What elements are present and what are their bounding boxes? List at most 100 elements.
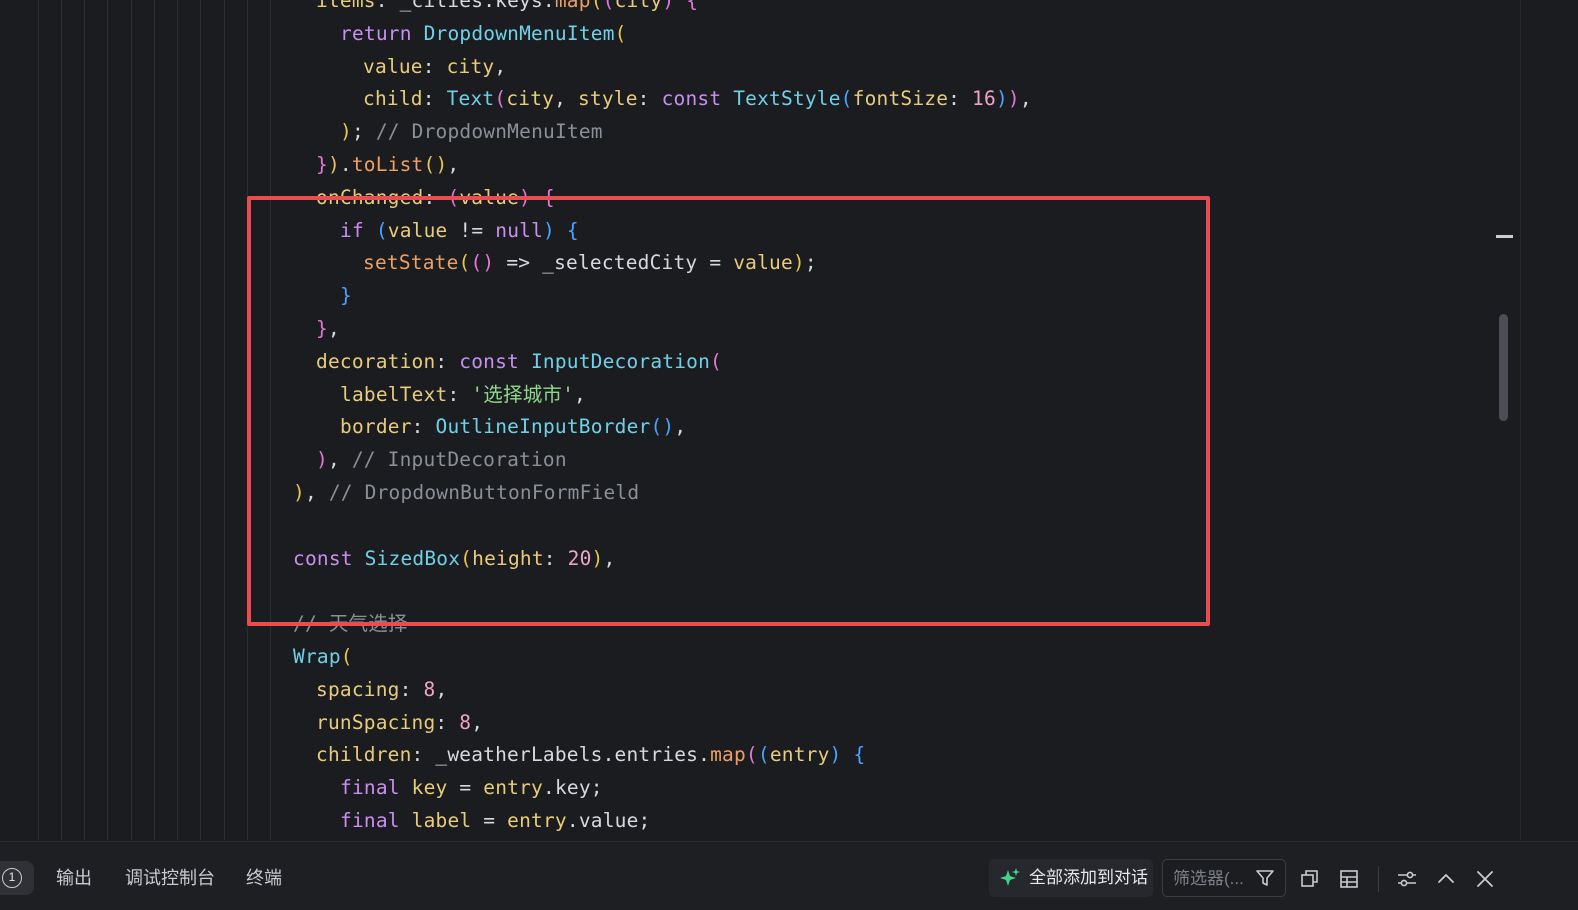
- code-token: entry: [507, 809, 567, 832]
- filter-field[interactable]: [1162, 859, 1286, 897]
- add-all-to-chat-button[interactable]: 全部添加到对话: [989, 859, 1153, 897]
- problems-count: 1: [2, 868, 22, 888]
- code-token: :: [422, 54, 447, 78]
- indent-guide: [200, 0, 201, 840]
- code-token: :: [399, 677, 424, 701]
- code-token: toList: [351, 153, 424, 176]
- code-token: 8: [423, 677, 436, 701]
- code-token: {: [853, 743, 866, 767]
- filter-input[interactable]: [1171, 866, 1257, 892]
- highlight-box: [247, 196, 1210, 626]
- toolbar-divider: [1378, 866, 1379, 892]
- code-token: =: [471, 809, 508, 832]
- code-token: ): [1007, 87, 1020, 111]
- indent-guide: [61, 0, 62, 840]
- code-token: (: [840, 87, 853, 111]
- code-token: ,: [1019, 87, 1032, 111]
- settings-icon[interactable]: [1396, 868, 1418, 890]
- code-line: final label = entry.value;: [340, 804, 650, 837]
- code-token: ;: [351, 120, 376, 144]
- code-token: Text: [446, 87, 495, 111]
- code-token: ): [829, 743, 842, 767]
- code-line: child: Text(city, style: const TextStyle…: [363, 82, 1032, 115]
- code-token: ,: [435, 677, 448, 701]
- code-token: map: [710, 743, 746, 767]
- code-token: ,: [471, 710, 484, 734]
- code-line: children: _weatherLabels.entries.map((en…: [316, 738, 865, 771]
- code-token: =: [447, 776, 484, 800]
- tab-terminal[interactable]: 终端: [246, 866, 282, 890]
- code-editor[interactable]: items: _cities.keys.map((city) {return D…: [0, 0, 1520, 840]
- code-token: (: [757, 743, 770, 767]
- code-line: ); // DropdownMenuItem: [340, 115, 603, 148]
- code-token: .: [698, 743, 711, 767]
- code-token: city: [614, 0, 663, 12]
- code-line: final key = entry.key;: [340, 771, 603, 804]
- code-token: ,: [494, 54, 507, 78]
- code-token: .: [542, 0, 555, 12]
- code-token: .: [602, 743, 615, 767]
- indent-guide: [224, 0, 225, 840]
- code-token: :: [375, 0, 400, 12]
- code-token: (: [590, 0, 603, 12]
- code-token: .: [543, 776, 555, 800]
- code-token: _weatherLabels: [435, 743, 603, 767]
- code-token: .: [566, 809, 579, 832]
- code-line: runSpacing: 8,: [316, 706, 483, 739]
- scrollbar-thumb[interactable]: [1499, 314, 1508, 421]
- code-token: :: [411, 743, 436, 767]
- bottom-panel: 1 输出 调试控制台 终端 全部添加到对话: [0, 841, 1578, 910]
- copy-icon[interactable]: [1299, 868, 1321, 890]
- code-token: ): [995, 87, 1008, 111]
- code-line: }).toList(),: [316, 148, 459, 181]
- code-line: Wrap(: [293, 640, 353, 673]
- code-token: Wrap: [293, 645, 341, 668]
- code-token: children: [316, 743, 412, 767]
- code-token: (): [423, 153, 448, 176]
- problems-badge[interactable]: 1: [0, 861, 34, 895]
- code-token: style: [577, 87, 638, 111]
- indent-guide: [177, 0, 178, 840]
- chevron-up-icon[interactable]: [1435, 868, 1457, 890]
- code-token: ,: [554, 87, 578, 111]
- code-token: 8: [459, 710, 472, 734]
- indent-guide: [107, 0, 108, 840]
- code-token: (: [340, 645, 353, 668]
- code-token: ): [327, 153, 340, 176]
- code-token: ;: [590, 776, 603, 800]
- code-token: key: [411, 776, 448, 800]
- code-token: }: [316, 153, 328, 176]
- indent-guide: [38, 0, 39, 840]
- table-icon[interactable]: [1338, 868, 1360, 890]
- code-token: _cities: [399, 0, 484, 12]
- code-token: :: [948, 87, 973, 111]
- code-token: (: [602, 0, 615, 12]
- code-token: 16: [972, 87, 996, 111]
- code-token: spacing: [316, 677, 400, 701]
- tab-debug-console[interactable]: 调试控制台: [125, 866, 215, 890]
- code-token: :: [637, 87, 662, 111]
- code-token: map: [554, 0, 591, 12]
- tab-output[interactable]: 输出: [56, 866, 92, 890]
- code-token: :: [435, 710, 460, 734]
- code-token: final: [340, 776, 412, 800]
- minimap-gutter: [1520, 0, 1578, 840]
- code-line: return DropdownMenuItem(: [340, 17, 627, 50]
- code-token: :: [422, 87, 447, 111]
- code-token: const: [661, 87, 734, 111]
- code-token: runSpacing: [316, 710, 436, 734]
- code-token: key: [554, 776, 591, 800]
- code-token: DropdownMenuItem: [423, 21, 615, 45]
- sparkle-icon: [1000, 868, 1020, 886]
- code-line: value: city,: [363, 50, 506, 83]
- code-token: final: [340, 809, 412, 832]
- code-token: entry: [483, 776, 543, 800]
- code-token: value: [363, 54, 423, 78]
- code-token: label: [411, 809, 472, 832]
- filter-icon[interactable]: [1255, 868, 1275, 888]
- code-token: ): [340, 120, 352, 144]
- code-line: spacing: 8,: [316, 673, 447, 706]
- close-icon[interactable]: [1474, 868, 1496, 890]
- code-token: (: [614, 21, 627, 45]
- code-token: city: [506, 87, 555, 111]
